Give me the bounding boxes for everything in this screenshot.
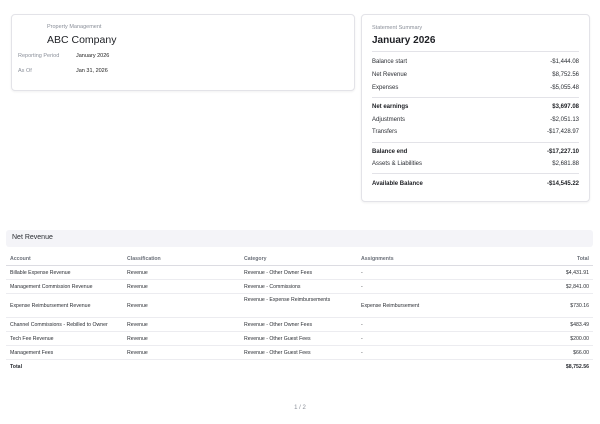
table-row: Billable Expense Revenue Revenue Revenue…: [6, 265, 593, 280]
summary-label: Balance start: [372, 59, 408, 65]
assignments-cell: -: [357, 279, 474, 294]
summary-row-available-balance: Available Balance -$14,545.22: [372, 181, 579, 190]
assignments-cell: Expense Reimbursement: [357, 293, 474, 318]
account-cell: Tech Fee Revenue: [6, 331, 123, 346]
assignments-cell: -: [357, 331, 474, 346]
column-header-total: Total: [474, 253, 593, 266]
category-cell: Revenue - Commissions: [240, 279, 357, 294]
column-header-category: Category: [240, 253, 357, 266]
company-card: Property Management ABC Company Reportin…: [11, 14, 355, 91]
category-cell: Revenue - Other Guest Fees: [240, 331, 357, 346]
total-label: Total: [10, 364, 23, 370]
table-row: Channel Commissions - Rebilled to Owner …: [6, 317, 593, 332]
summary-value: $8,752.56: [552, 72, 579, 78]
assignments-cell: -: [357, 265, 474, 280]
summary-value: -$17,227.10: [546, 149, 579, 155]
account-cell: Expense Reimbursement Revenue: [6, 293, 123, 318]
net-revenue-section-header: Net Revenue: [6, 230, 593, 247]
category-cell: Revenue - Other Owner Fees: [240, 265, 357, 280]
as-of-value: Jan 31, 2026: [76, 68, 108, 74]
section-title: Net Revenue: [12, 234, 53, 241]
category-cell: Revenue - Other Owner Fees: [240, 317, 357, 332]
summary-label: Balance end: [372, 149, 408, 155]
total-cell: $730.16: [474, 293, 593, 318]
empty-cell: [357, 360, 474, 375]
summary-value: -$5,055.48: [550, 85, 579, 91]
assignments-cell: -: [357, 345, 474, 360]
summary-value: -$2,051.13: [550, 117, 579, 123]
summary-label: Expenses: [372, 85, 399, 91]
summary-row-net-revenue: Net Revenue $8,752.56: [372, 72, 579, 81]
classification-cell: Revenue: [123, 331, 240, 346]
classification-cell: Revenue: [123, 293, 240, 318]
total-value: $8,752.56: [565, 364, 589, 370]
table-total-row: Total $8,752.56: [6, 360, 593, 375]
account-cell: Channel Commissions - Rebilled to Owner: [6, 317, 123, 332]
summary-label: Net earnings: [372, 104, 409, 110]
net-revenue-table: Account Classification Category Assignme…: [6, 253, 593, 374]
summary-kicker: Statement Summary: [372, 25, 423, 31]
account-cell: Billable Expense Revenue: [6, 265, 123, 280]
summary-row-adjustments: Adjustments -$2,051.13: [372, 117, 579, 126]
summary-label: Assets & Liabilities: [372, 161, 423, 167]
table-header-row: Account Classification Category Assignme…: [6, 253, 593, 266]
page-indicator: 1 / 2: [294, 405, 306, 411]
divider: [372, 97, 579, 98]
table-row: Expense Reimbursement Revenue Revenue Re…: [6, 293, 593, 318]
summary-row-balance-start: Balance start -$1,444.08: [372, 59, 579, 68]
category-cell: Revenue - Other Guest Fees: [240, 345, 357, 360]
total-cell: $483.49: [474, 317, 593, 332]
company-kicker: Property Management: [47, 24, 102, 30]
total-cell: $2,841.00: [474, 279, 593, 294]
summary-value: $2,681.88: [552, 161, 579, 167]
classification-cell: Revenue: [123, 317, 240, 332]
classification-cell: Revenue: [123, 265, 240, 280]
total-cell: $200.00: [474, 331, 593, 346]
summary-row-assets-liabilities: Assets & Liabilities $2,681.88: [372, 161, 579, 170]
column-header-classification: Classification: [123, 253, 240, 266]
summary-value: -$1,444.08: [550, 59, 579, 65]
reporting-period-value: January 2026: [76, 53, 110, 59]
divider: [372, 173, 579, 174]
total-cell: $66.00: [474, 345, 593, 360]
reporting-period-label: Reporting Period: [18, 53, 60, 59]
account-cell: Management Commission Revenue: [6, 279, 123, 294]
table-row: Management Fees Revenue Revenue - Other …: [6, 345, 593, 360]
classification-cell: Revenue: [123, 345, 240, 360]
total-cell: $4,431.91: [474, 265, 593, 280]
summary-label: Net Revenue: [372, 72, 408, 78]
summary-row-balance-end: Balance end -$17,227.10: [372, 149, 579, 158]
summary-label: Adjustments: [372, 117, 406, 123]
summary-row-expenses: Expenses -$5,055.48: [372, 85, 579, 94]
summary-value: $3,697.08: [552, 104, 579, 110]
statement-summary-card: Statement Summary January 2026 Balance s…: [361, 14, 590, 202]
column-header-account: Account: [6, 253, 123, 266]
table-row: Tech Fee Revenue Revenue Revenue - Other…: [6, 331, 593, 346]
assignments-cell: -: [357, 317, 474, 332]
summary-title: January 2026: [372, 35, 436, 46]
divider: [372, 51, 579, 52]
summary-label: Transfers: [372, 129, 398, 135]
summary-value: -$14,545.22: [546, 181, 579, 187]
as-of-label: As Of: [18, 68, 32, 74]
summary-value: -$17,428.97: [546, 129, 579, 135]
empty-cell: [240, 360, 357, 375]
divider: [372, 142, 579, 143]
classification-cell: Revenue: [123, 279, 240, 294]
table-row: Management Commission Revenue Revenue Re…: [6, 279, 593, 294]
account-cell: Management Fees: [6, 345, 123, 360]
summary-label: Available Balance: [372, 181, 423, 187]
column-header-assignments: Assignments: [357, 253, 474, 266]
category-cell: Revenue - Expense Reimbursements: [240, 293, 357, 318]
company-name: ABC Company: [47, 34, 117, 46]
summary-row-net-earnings: Net earnings $3,697.08: [372, 104, 579, 113]
empty-cell: [123, 360, 240, 375]
summary-row-transfers: Transfers -$17,428.97: [372, 129, 579, 138]
